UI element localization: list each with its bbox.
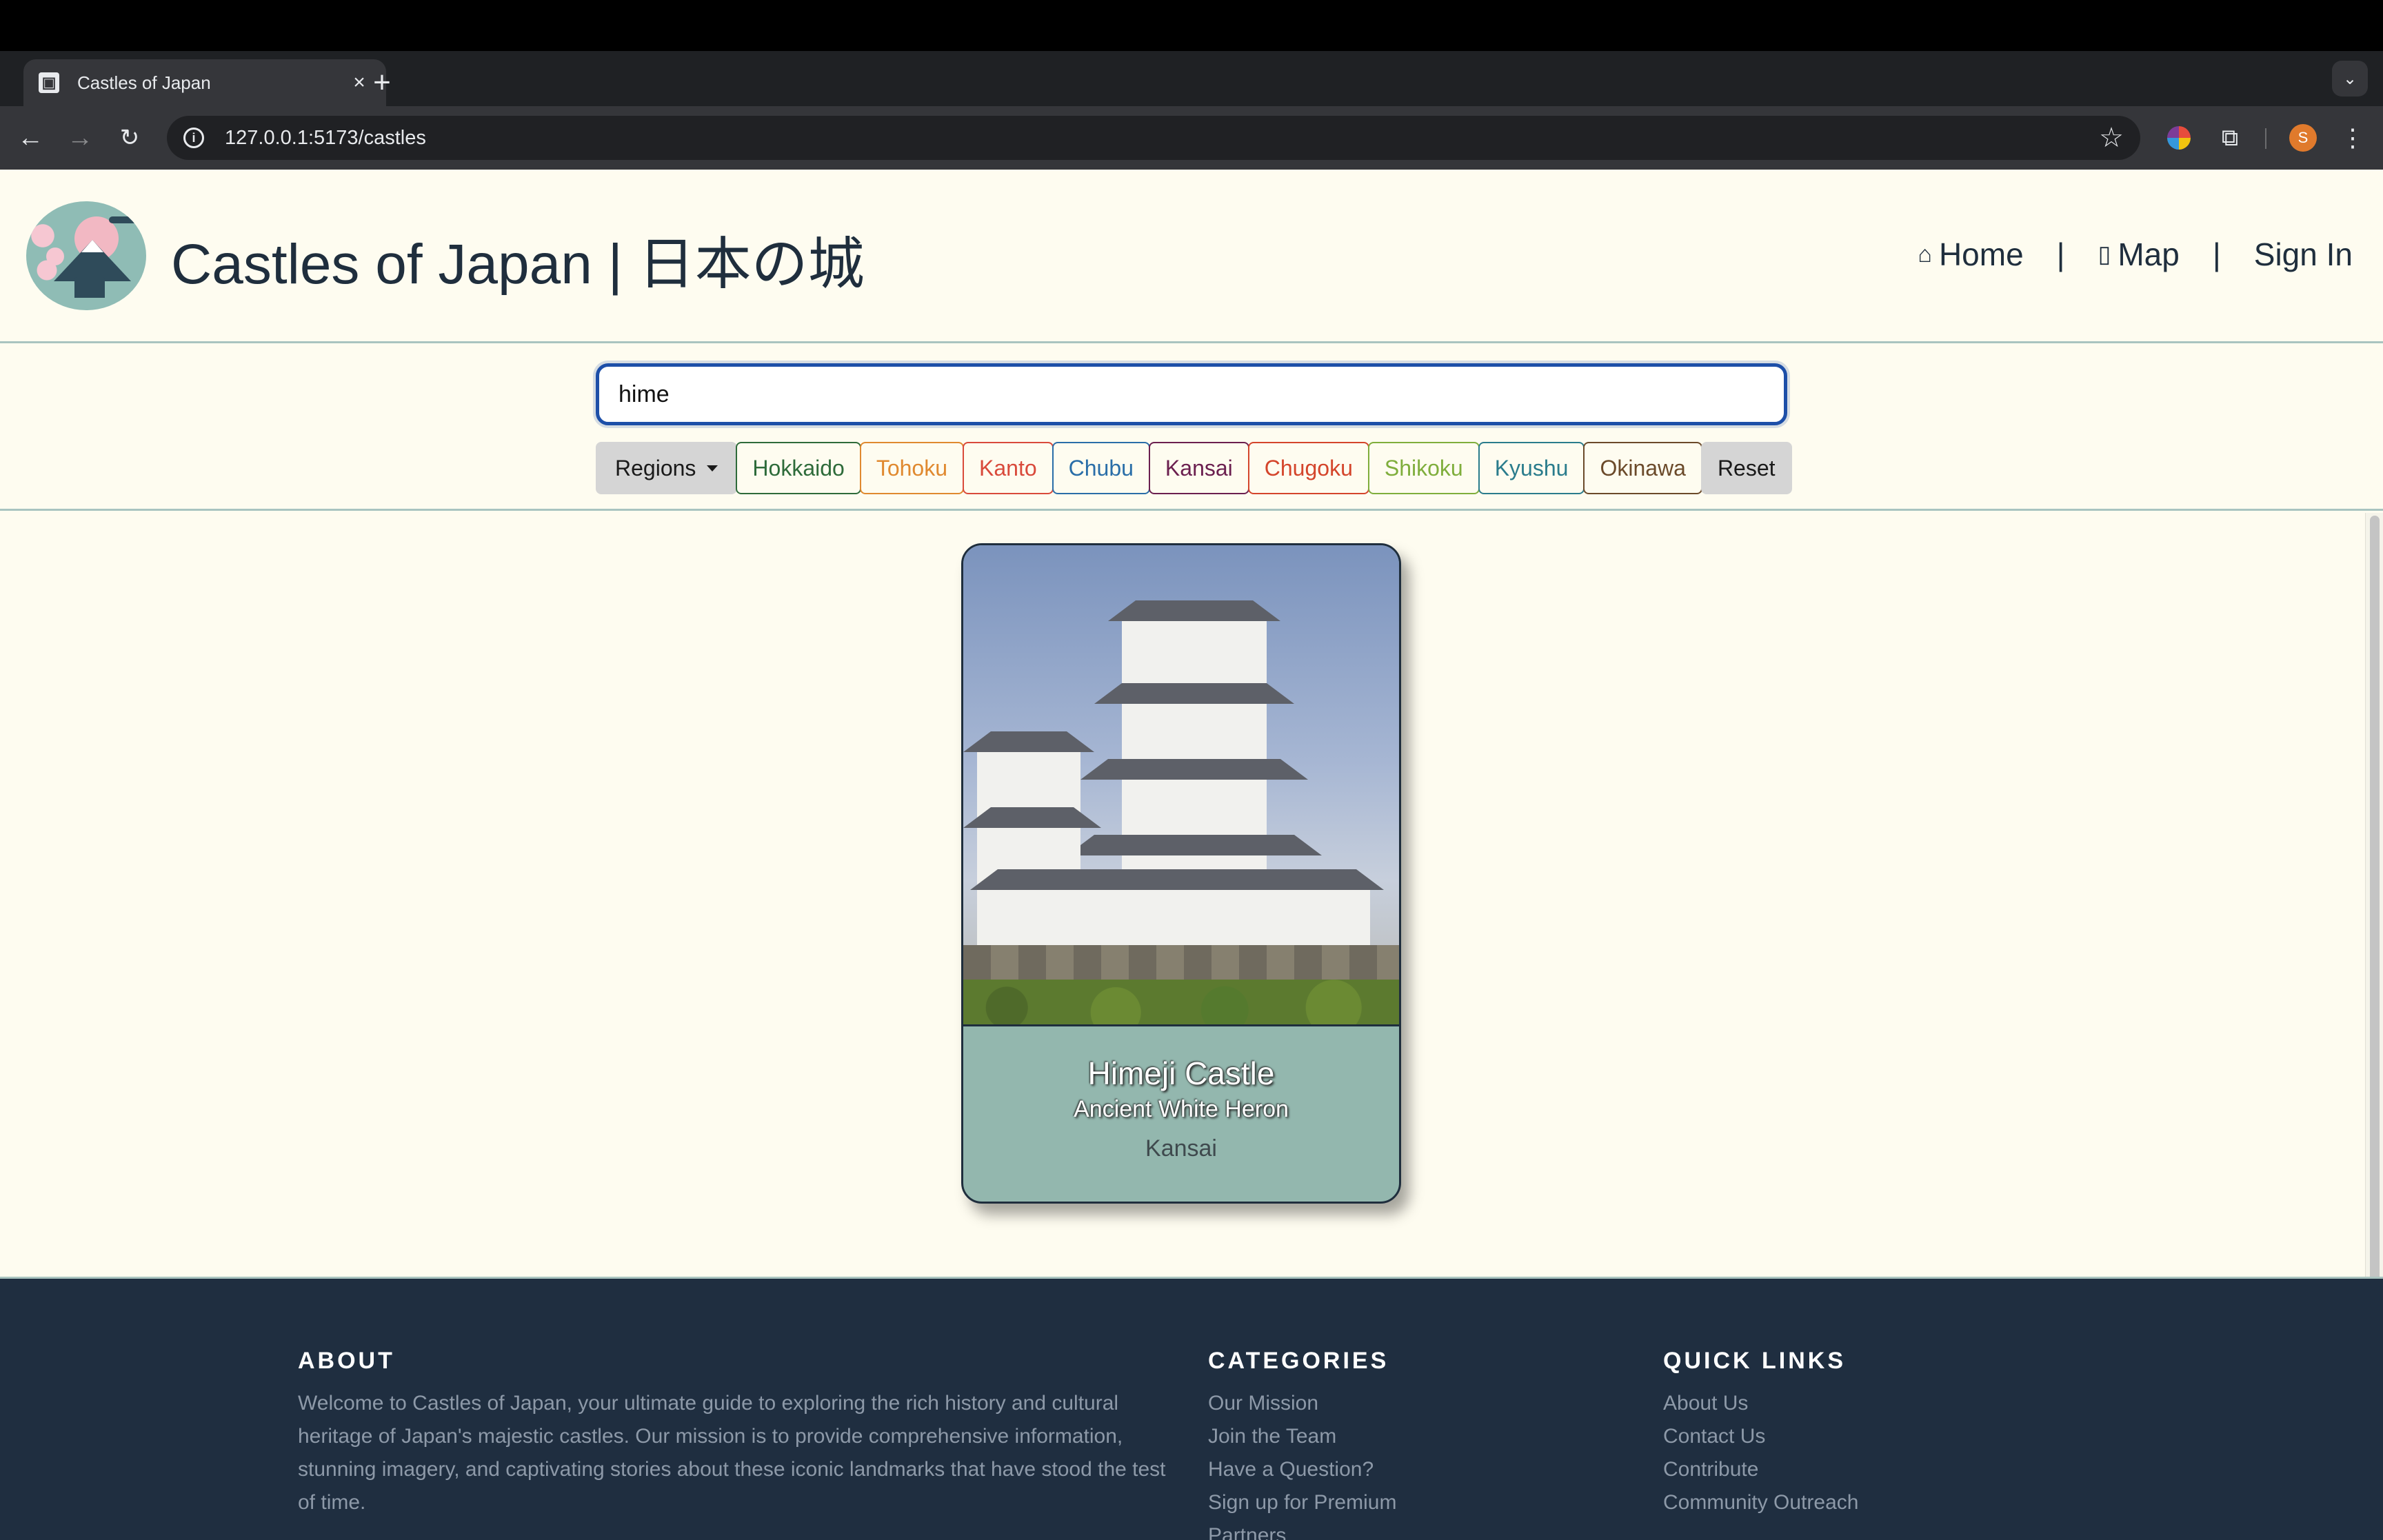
footer-link[interactable]: Contribute bbox=[1663, 1453, 1858, 1486]
footer-about-heading: ABOUT bbox=[298, 1348, 395, 1374]
toolbar-divider bbox=[2265, 128, 2266, 149]
castle-card[interactable]: Himeji Castle Ancient White Heron Kansai bbox=[961, 543, 1401, 1204]
nav-sign-in-label: Sign In bbox=[2253, 236, 2353, 272]
house-icon: ⌂ bbox=[1918, 241, 1932, 267]
forward-arrow-icon[interactable]: → bbox=[62, 120, 98, 156]
castle-search-input[interactable] bbox=[596, 363, 1787, 425]
nav-map-link[interactable]: ▯ Map bbox=[2098, 236, 2180, 273]
region-button-kansai[interactable]: Kansai bbox=[1148, 442, 1249, 494]
region-button-chubu[interactable]: Chubu bbox=[1052, 442, 1150, 494]
castle-name: Himeji Castle bbox=[1087, 1055, 1275, 1091]
tab-search-chevron-icon[interactable]: ⌄ bbox=[2332, 61, 2368, 97]
castle-card-body: Himeji Castle Ancient White Heron Kansai bbox=[963, 1029, 1399, 1202]
reset-button[interactable]: Reset bbox=[1700, 442, 1792, 494]
region-button-chugoku[interactable]: Chugoku bbox=[1247, 442, 1369, 494]
regions-dropdown-button[interactable]: Regions bbox=[596, 442, 738, 494]
tab-title: Castles of Japan bbox=[77, 72, 211, 93]
castle-subtitle: Ancient White Heron bbox=[1074, 1096, 1289, 1122]
browser-tab[interactable]: ▣ Castles of Japan × bbox=[23, 59, 386, 106]
region-button-shikoku[interactable]: Shikoku bbox=[1367, 442, 1480, 494]
nav-sign-in-link[interactable]: Sign In bbox=[2254, 236, 2353, 273]
site-info-icon[interactable]: i bbox=[183, 128, 204, 148]
site-footer: ABOUT Welcome to Castles of Japan, your … bbox=[0, 1277, 2383, 1540]
os-menu-bar bbox=[0, 0, 2383, 51]
nav-map-label: Map bbox=[2118, 236, 2180, 272]
castle-favicon-icon: ▣ bbox=[39, 72, 59, 93]
footer-link[interactable]: Sign up for Premium bbox=[1208, 1486, 1396, 1519]
profile-avatar-letter: S bbox=[2289, 124, 2317, 152]
footer-categories-heading: CATEGORIES bbox=[1208, 1348, 1389, 1374]
footer-link[interactable]: About Us bbox=[1663, 1387, 1858, 1420]
region-button-kyushu[interactable]: Kyushu bbox=[1478, 442, 1585, 494]
profile-avatar[interactable]: S bbox=[2286, 121, 2320, 154]
region-button-okinawa[interactable]: Okinawa bbox=[1583, 442, 1702, 494]
footer-link[interactable]: Our Mission bbox=[1208, 1387, 1396, 1420]
region-button-tohoku[interactable]: Tohoku bbox=[859, 442, 964, 494]
extension-icon[interactable] bbox=[2162, 121, 2195, 154]
url-text[interactable]: 127.0.0.1:5173/castles bbox=[225, 127, 2099, 150]
browser-toolbar: ← → ↻ i 127.0.0.1:5173/castles ☆ ⧉ S ⋮ bbox=[0, 106, 2383, 170]
address-bar[interactable]: i 127.0.0.1:5173/castles ☆ bbox=[167, 116, 2140, 160]
footer-quick-links: QUICK LINKS About Us Contact Us Contribute… bbox=[1663, 1348, 1858, 1519]
new-tab-icon[interactable]: + bbox=[361, 65, 403, 101]
footer-categories: CATEGORIES Our Mission Join the Team Have … bbox=[1208, 1348, 1396, 1540]
footer-link[interactable]: Have a Question? bbox=[1208, 1453, 1396, 1486]
map-icon: ▯ bbox=[2098, 241, 2111, 267]
nav-home-label: Home bbox=[1938, 236, 2024, 272]
scrollbar-thumb[interactable] bbox=[2370, 516, 2380, 1336]
regions-dropdown-label: Regions bbox=[615, 455, 696, 480]
reload-icon[interactable]: ↻ bbox=[112, 120, 148, 156]
header-nav: ⌂ Home | ▯ Map | Sign In bbox=[1918, 236, 2353, 273]
footer-link[interactable]: Partners bbox=[1208, 1519, 1396, 1540]
bookmark-star-icon[interactable]: ☆ bbox=[2099, 122, 2124, 154]
extensions-puzzle-icon[interactable]: ⧉ bbox=[2213, 121, 2246, 154]
footer-link[interactable]: Contact Us bbox=[1663, 1420, 1858, 1453]
region-button-hokkaido[interactable]: Hokkaido bbox=[736, 442, 861, 494]
footer-about-text: Welcome to Castles of Japan, your ultima… bbox=[298, 1392, 1166, 1514]
nav-separator: | bbox=[2056, 236, 2065, 272]
footer-link[interactable]: Join the Team bbox=[1208, 1420, 1396, 1453]
site-header: Castles of Japan | 日本の城 ⌂ Home | ▯ Map |… bbox=[0, 170, 2383, 343]
region-filter-bar: Regions Hokkaido Tohoku Kanto Chubu Kansai Ch… bbox=[596, 442, 1792, 494]
results-area: Himeji Castle Ancient White Heron Kansai bbox=[0, 513, 2365, 1277]
castle-photo bbox=[963, 545, 1399, 1026]
browser-menu-kebab-icon[interactable]: ⋮ bbox=[2336, 121, 2369, 154]
nav-separator: | bbox=[2212, 236, 2221, 272]
footer-about: ABOUT Welcome to Castles of Japan, your … bbox=[298, 1348, 1174, 1519]
region-button-kanto[interactable]: Kanto bbox=[963, 442, 1054, 494]
castle-region: Kansai bbox=[1145, 1135, 1217, 1162]
page-scrollbar[interactable] bbox=[2365, 513, 2383, 1336]
back-arrow-icon[interactable]: ← bbox=[12, 120, 48, 156]
footer-quick-links-heading: QUICK LINKS bbox=[1663, 1348, 1846, 1374]
caret-down-icon bbox=[707, 465, 718, 472]
nav-home-link[interactable]: ⌂ Home bbox=[1918, 236, 2023, 273]
search-section: Regions HokkaidoTohokuKantoChubuKansaiCh… bbox=[0, 344, 2383, 511]
site-logo[interactable] bbox=[26, 201, 146, 310]
browser-tab-strip: ▣ Castles of Japan × + ⌄ bbox=[0, 51, 2383, 106]
footer-link[interactable]: Community Outreach bbox=[1663, 1486, 1858, 1519]
site-title: Castles of Japan | 日本の城 bbox=[171, 233, 865, 296]
